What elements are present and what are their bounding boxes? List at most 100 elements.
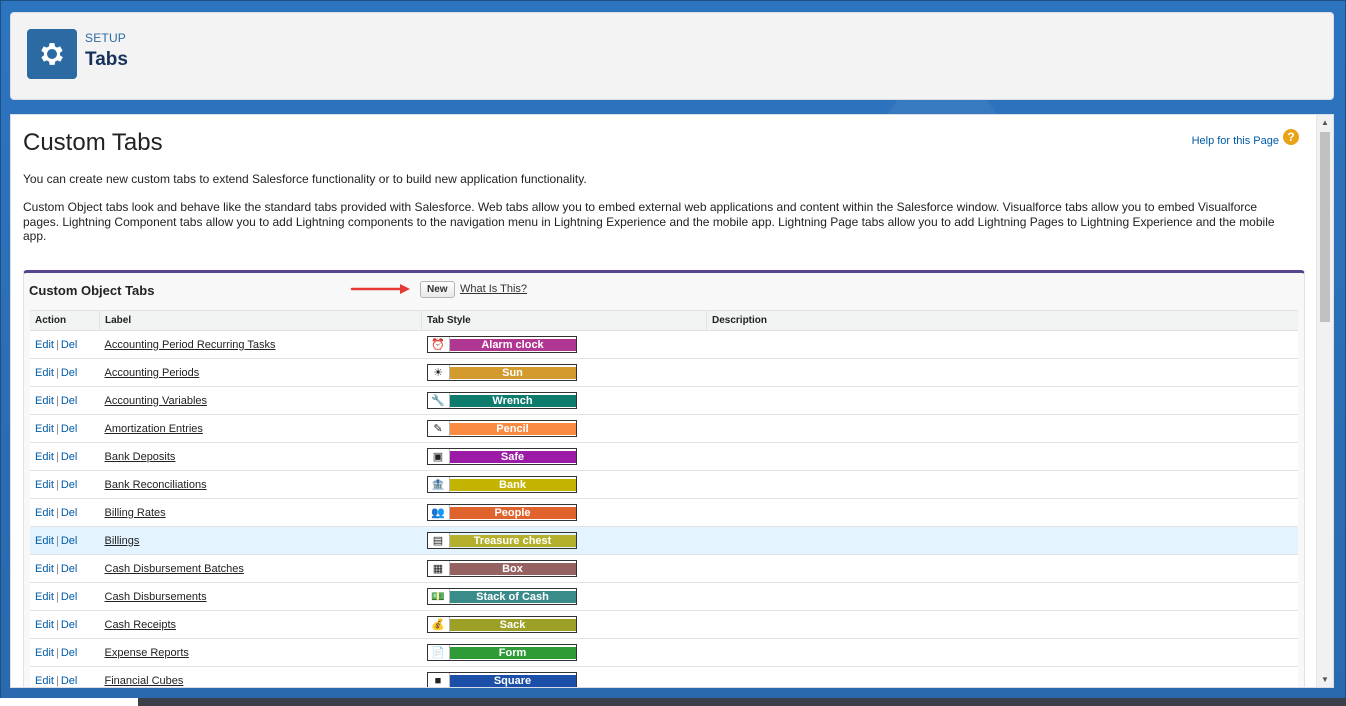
table-row: Edit | Del Expense Reports 📄 Form (30, 638, 1298, 667)
tab-style-cell: ⏰ Alarm clock (421, 330, 707, 359)
tab-style-swatch: 📄 Form (426, 644, 577, 661)
del-link[interactable]: Del (61, 647, 78, 659)
tab-label-link[interactable]: Bank Reconciliations (105, 479, 207, 491)
del-link[interactable]: Del (61, 451, 78, 463)
label-cell: Billings (99, 526, 422, 555)
alarm-clock-icon: ⏰ (427, 337, 450, 352)
tab-label-link[interactable]: Accounting Periods (105, 367, 200, 379)
tab-style-cell: 🔧 Wrench (421, 386, 707, 415)
del-link[interactable]: Del (61, 479, 78, 491)
help-icon[interactable]: ? (1283, 129, 1299, 145)
edit-link[interactable]: Edit (35, 647, 54, 659)
action-separator: | (55, 646, 59, 659)
del-link[interactable]: Del (61, 367, 78, 379)
tab-label-link[interactable]: Cash Disbursements (105, 591, 207, 603)
tab-style-cell: ▤ Treasure chest (421, 526, 707, 555)
description-cell (706, 554, 1298, 583)
tab-label-link[interactable]: Financial Cubes (105, 675, 184, 687)
bank-icon: 🏦 (427, 477, 450, 492)
red-arrow-annotation (350, 284, 410, 294)
scroll-down-icon[interactable]: ▼ (1321, 675, 1329, 684)
intro-description: Custom Object tabs look and behave like … (23, 200, 1275, 243)
tab-style-cell: 💰 Sack (421, 610, 707, 639)
tab-style-name: Alarm clock (449, 338, 576, 351)
label-cell: Accounting Periods (99, 358, 422, 387)
action-separator: | (55, 618, 59, 631)
description-cell (706, 498, 1298, 527)
scroll-up-icon[interactable]: ▲ (1321, 118, 1329, 127)
edit-link[interactable]: Edit (35, 395, 54, 407)
label-cell: Accounting Period Recurring Tasks (99, 330, 422, 359)
vertical-scrollbar[interactable]: ▲ ▼ (1316, 115, 1333, 687)
tab-label-link[interactable]: Accounting Variables (105, 395, 208, 407)
edit-link[interactable]: Edit (35, 619, 54, 631)
edit-link[interactable]: Edit (35, 339, 54, 351)
del-link[interactable]: Del (61, 423, 78, 435)
intro-text: You can create new custom tabs to extend… (23, 172, 587, 186)
what-is-this-link[interactable]: What Is This? (460, 283, 527, 295)
tab-label-link[interactable]: Cash Receipts (105, 619, 177, 631)
table-row: Edit | Del Bank Reconciliations 🏦 Bank (30, 470, 1298, 499)
table-row: Edit | Del Cash Disbursement Batches ▦ Box (30, 554, 1298, 583)
edit-link[interactable]: Edit (35, 479, 54, 491)
edit-link[interactable]: Edit (35, 507, 54, 519)
tab-label-link[interactable]: Bank Deposits (105, 451, 176, 463)
breadcrumb-setup[interactable]: SETUP (85, 31, 126, 45)
table-row: Edit | Del Accounting Periods ☀ Sun (30, 358, 1298, 387)
table-row: Edit | Del Billing Rates 👥 People (30, 498, 1298, 527)
action-separator: | (55, 534, 59, 547)
tab-style-name: Form (449, 646, 576, 659)
tab-style-name: Safe (449, 450, 576, 463)
form-icon: 📄 (427, 645, 450, 660)
description-cell (706, 470, 1298, 499)
table-row: Edit | Del Bank Deposits ▣ Safe (30, 442, 1298, 471)
help-link[interactable]: Help for this Page (1192, 135, 1279, 147)
tab-label-link[interactable]: Amortization Entries (105, 423, 203, 435)
tab-style-name: Wrench (449, 394, 576, 407)
new-button[interactable]: New (420, 281, 455, 298)
column-header-action: Action (30, 310, 100, 331)
del-link[interactable]: Del (61, 563, 78, 575)
tab-label-link[interactable]: Cash Disbursement Batches (105, 563, 244, 575)
del-link[interactable]: Del (61, 339, 78, 351)
action-separator: | (55, 422, 59, 435)
tab-style-cell: ☀ Sun (421, 358, 707, 387)
action-cell: Edit | Del (30, 470, 100, 499)
label-cell: Cash Disbursements (99, 582, 422, 611)
action-separator: | (55, 590, 59, 603)
del-link[interactable]: Del (61, 591, 78, 603)
gear-icon (27, 29, 77, 79)
tab-style-swatch: ✎ Pencil (426, 420, 577, 437)
description-cell (706, 582, 1298, 611)
edit-link[interactable]: Edit (35, 591, 54, 603)
action-cell: Edit | Del (30, 414, 100, 443)
edit-link[interactable]: Edit (35, 423, 54, 435)
edit-link[interactable]: Edit (35, 563, 54, 575)
tab-style-name: Pencil (449, 422, 576, 435)
page-title: Tabs (85, 49, 128, 70)
table-row: Edit | Del Cash Disbursements 💵 Stack of C… (30, 582, 1298, 611)
tab-style-swatch: 💵 Stack of Cash (426, 588, 577, 605)
del-link[interactable]: Del (61, 619, 78, 631)
taskbar-strip (0, 698, 1346, 706)
tab-label-link[interactable]: Billing Rates (105, 507, 166, 519)
action-cell: Edit | Del (30, 666, 100, 687)
tab-label-link[interactable]: Billings (105, 535, 140, 547)
tab-style-swatch: 💰 Sack (426, 616, 577, 633)
edit-link[interactable]: Edit (35, 675, 54, 687)
edit-link[interactable]: Edit (35, 535, 54, 547)
del-link[interactable]: Del (61, 507, 78, 519)
del-link[interactable]: Del (61, 535, 78, 547)
action-cell: Edit | Del (30, 638, 100, 667)
edit-link[interactable]: Edit (35, 451, 54, 463)
scroll-thumb[interactable] (1320, 132, 1330, 322)
tab-label-link[interactable]: Accounting Period Recurring Tasks (105, 339, 276, 351)
edit-link[interactable]: Edit (35, 367, 54, 379)
main-heading: Custom Tabs (23, 129, 163, 156)
del-link[interactable]: Del (61, 675, 78, 687)
tab-style-swatch: 🔧 Wrench (426, 392, 577, 409)
action-cell: Edit | Del (30, 442, 100, 471)
del-link[interactable]: Del (61, 395, 78, 407)
tab-label-link[interactable]: Expense Reports (105, 647, 189, 659)
tab-style-swatch: ■ Square (426, 672, 577, 687)
